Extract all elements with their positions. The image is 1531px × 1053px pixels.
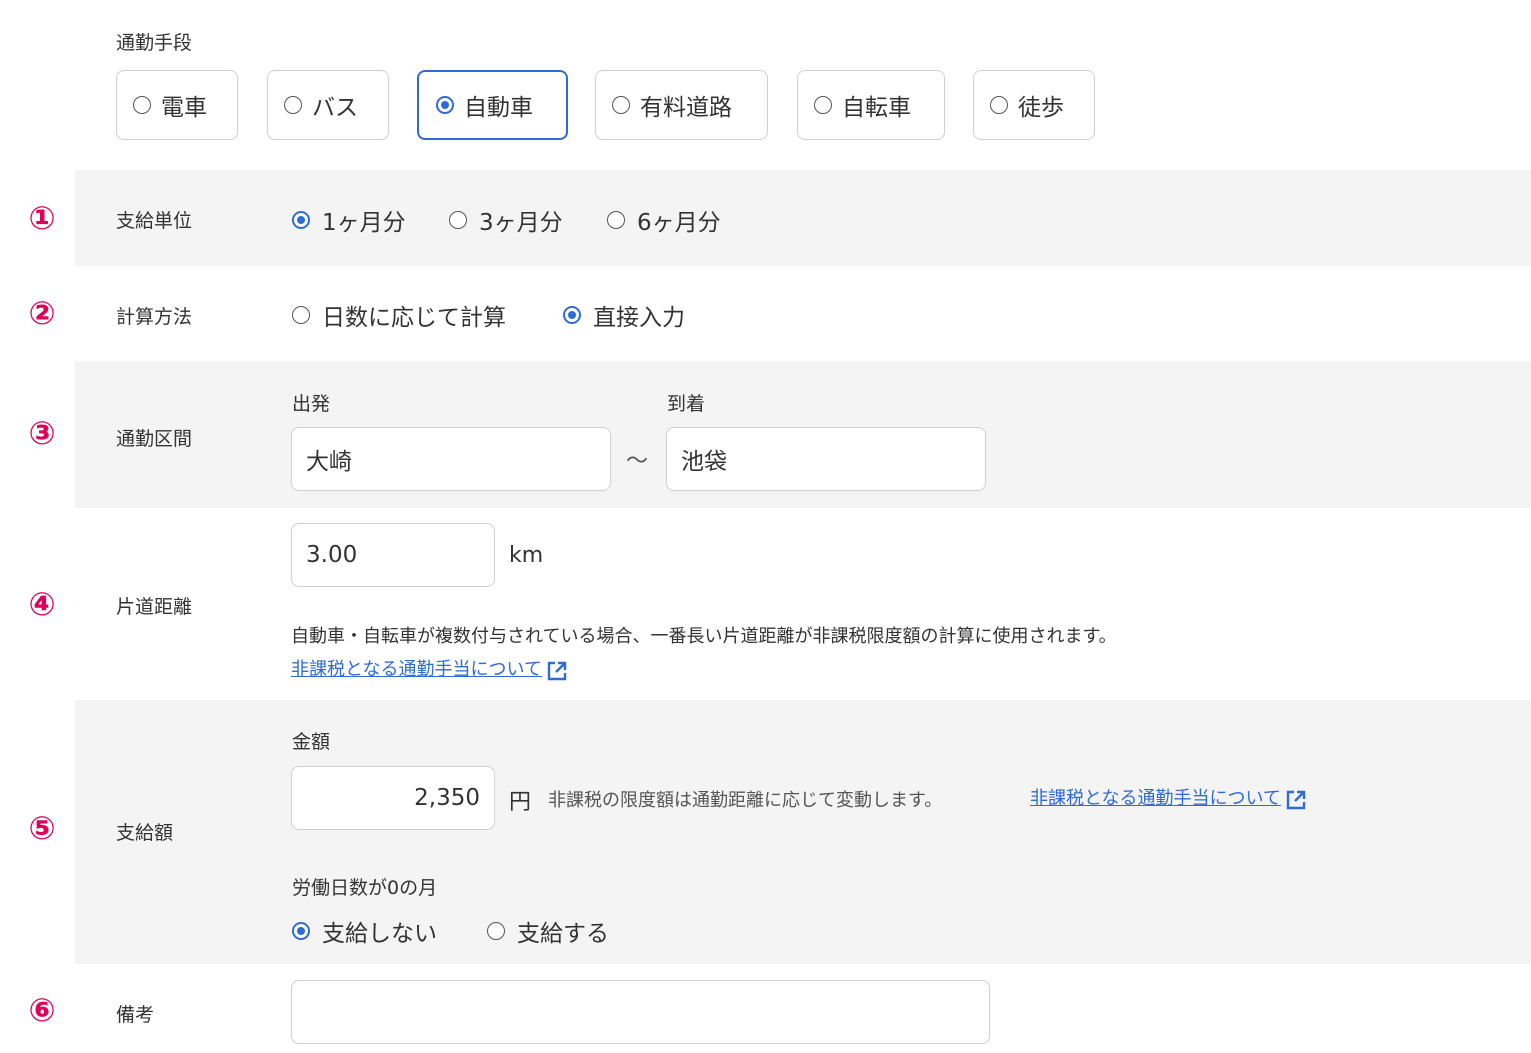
marker-3: ③ bbox=[28, 414, 56, 452]
amount-input[interactable]: 2,350 bbox=[291, 766, 495, 830]
remarks-label: 備考 bbox=[116, 1004, 155, 1026]
radio-selected-icon bbox=[563, 306, 581, 324]
external-link-icon bbox=[1286, 790, 1306, 809]
payment-unit-option-label: 1ヶ月分 bbox=[322, 210, 406, 236]
calc-method-by-days[interactable]: 日数に応じて計算 bbox=[292, 298, 506, 332]
zero-days-option-label: 支給しない bbox=[322, 921, 437, 947]
payment-unit-option-label: 3ヶ月分 bbox=[479, 210, 563, 236]
distance-note: 自動車・自転車が複数付与されている場合、一番長い片道距離が非課税限度額の計算に使… bbox=[291, 626, 1117, 647]
mode-option-walk[interactable]: 徒歩 bbox=[973, 70, 1095, 140]
distance-tax-link[interactable]: 非課税となる通勤手当について bbox=[291, 655, 568, 682]
radio-icon bbox=[990, 96, 1008, 114]
radio-selected-icon bbox=[436, 96, 454, 114]
zero-days-pay[interactable]: 支給する bbox=[487, 914, 609, 948]
payment-unit-1month[interactable]: 1ヶ月分 bbox=[292, 203, 406, 237]
commute-section-label: 通勤区間 bbox=[116, 428, 193, 450]
mode-option-label: 電車 bbox=[161, 95, 207, 121]
zero-days-no-pay[interactable]: 支給しない bbox=[292, 914, 437, 948]
zero-days-label: 労働日数が0の月 bbox=[292, 877, 438, 899]
arrival-input[interactable]: 池袋 bbox=[666, 427, 986, 491]
distance-unit: km bbox=[509, 543, 544, 568]
marker-2: ② bbox=[28, 294, 56, 332]
radio-icon bbox=[284, 96, 302, 114]
radio-icon bbox=[449, 211, 467, 229]
mode-option-car[interactable]: 自動車 bbox=[417, 70, 568, 140]
distance-input[interactable]: 3.00 bbox=[291, 523, 495, 587]
radio-icon bbox=[133, 96, 151, 114]
remarks-input[interactable] bbox=[291, 980, 990, 1044]
radio-selected-icon bbox=[292, 922, 310, 940]
mode-option-toll-road[interactable]: 有料道路 bbox=[595, 70, 768, 140]
radio-icon bbox=[292, 306, 310, 324]
marker-6: ⑥ bbox=[28, 991, 56, 1029]
calc-method-direct-input[interactable]: 直接入力 bbox=[563, 298, 685, 332]
calc-method-option-label: 直接入力 bbox=[593, 305, 685, 331]
distance-tax-link-text: 非課税となる通勤手当について bbox=[291, 659, 542, 680]
payment-unit-option-label: 6ヶ月分 bbox=[637, 210, 721, 236]
amount-tax-link[interactable]: 非課税となる通勤手当について bbox=[1030, 784, 1307, 811]
mode-option-bicycle[interactable]: 自転車 bbox=[797, 70, 945, 140]
payment-unit-6months[interactable]: 6ヶ月分 bbox=[607, 203, 721, 237]
radio-selected-icon bbox=[292, 211, 310, 229]
payment-unit-3months[interactable]: 3ヶ月分 bbox=[449, 203, 563, 237]
mode-option-bus[interactable]: バス bbox=[267, 70, 389, 140]
calc-method-option-label: 日数に応じて計算 bbox=[322, 305, 506, 331]
commute-mode-label: 通勤手段 bbox=[116, 32, 193, 54]
radio-icon bbox=[607, 211, 625, 229]
payment-unit-label: 支給単位 bbox=[116, 210, 193, 232]
marker-1: ① bbox=[28, 199, 56, 237]
mode-option-label: 自転車 bbox=[842, 95, 911, 121]
amount-label: 金額 bbox=[292, 731, 331, 753]
radio-icon bbox=[487, 922, 505, 940]
radio-icon bbox=[612, 96, 630, 114]
marker-4: ④ bbox=[28, 585, 56, 623]
amount-note: 非課税の限度額は通勤距離に応じて変動します。 bbox=[548, 790, 943, 811]
currency-unit: 円 bbox=[509, 790, 532, 815]
payment-amount-label: 支給額 bbox=[116, 822, 174, 844]
radio-icon bbox=[814, 96, 832, 114]
departure-input[interactable]: 大崎 bbox=[291, 427, 611, 491]
mode-option-train[interactable]: 電車 bbox=[116, 70, 238, 140]
calc-method-label: 計算方法 bbox=[116, 306, 193, 328]
amount-tax-link-text: 非課税となる通勤手当について bbox=[1030, 788, 1281, 809]
departure-label: 出発 bbox=[292, 393, 331, 415]
mode-option-label: 有料道路 bbox=[640, 95, 732, 121]
mode-option-label: バス bbox=[312, 95, 358, 121]
marker-5: ⑤ bbox=[28, 809, 56, 847]
distance-label: 片道距離 bbox=[116, 596, 193, 618]
mode-option-label: 徒歩 bbox=[1018, 95, 1064, 121]
external-link-icon bbox=[547, 661, 567, 680]
zero-days-option-label: 支給する bbox=[517, 921, 609, 947]
range-separator: 〜 bbox=[626, 449, 649, 474]
mode-option-label: 自動車 bbox=[464, 95, 533, 121]
arrival-label: 到着 bbox=[667, 393, 706, 415]
